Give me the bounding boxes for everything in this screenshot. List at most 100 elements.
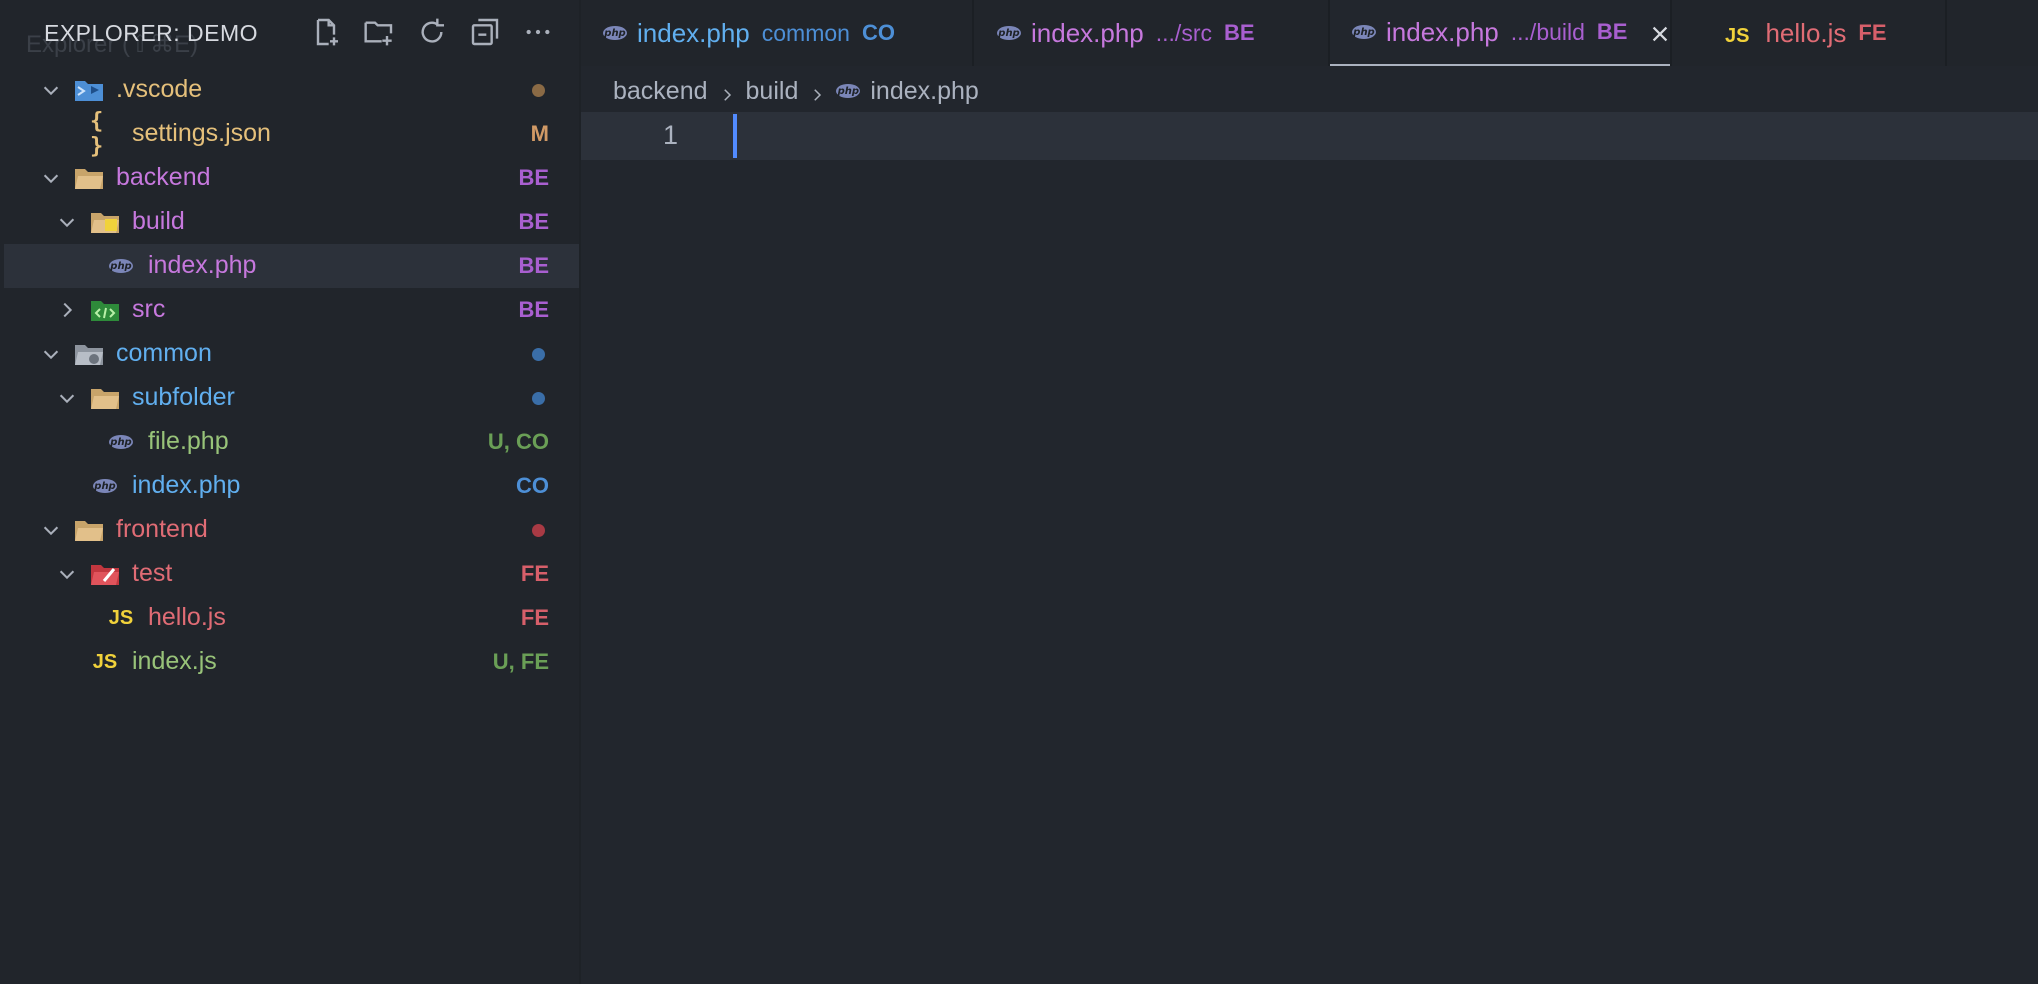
tree-item-label: index.php xyxy=(132,471,241,499)
chevron-down-icon[interactable] xyxy=(56,387,78,409)
close-icon[interactable] xyxy=(1649,21,1671,43)
folder-open-icon xyxy=(90,385,120,411)
tab-index-php-common[interactable]: php index.php common CO xyxy=(603,0,895,66)
tab-badge: CO xyxy=(861,20,895,45)
tree-item-label: subfolder xyxy=(132,383,235,411)
js-icon: JS xyxy=(92,650,118,673)
breadcrumb-item[interactable]: build xyxy=(746,77,799,106)
new-file-icon xyxy=(316,18,338,46)
tree-item-hello-js[interactable]: JS hello.js FE xyxy=(4,596,579,640)
vscode-folder-icon xyxy=(74,77,104,103)
current-line[interactable]: 1 xyxy=(581,112,2038,160)
tree-item-label: index.php xyxy=(148,251,257,279)
chevron-down-icon[interactable] xyxy=(40,343,62,365)
scope-dot xyxy=(532,348,545,361)
scope-badge: FE xyxy=(520,605,549,630)
tab-badge: BE xyxy=(1596,19,1628,44)
explorer-header: Explorer (⇧⌘E) EXPLORER: DEMO xyxy=(0,0,579,66)
scope-badge: FE xyxy=(520,561,549,586)
chevron-right-icon xyxy=(808,82,826,101)
tab-description: .../src xyxy=(1155,19,1212,46)
chevron-right-icon[interactable] xyxy=(56,299,78,321)
tree-item-subfolder[interactable]: subfolder xyxy=(4,376,579,420)
php-icon: php xyxy=(109,435,133,449)
tree-item-common-folder[interactable]: common xyxy=(4,332,579,376)
tree-item-label: file.php xyxy=(148,427,229,455)
js-icon: JS xyxy=(1725,24,1750,47)
scope-badge: BE xyxy=(518,297,549,322)
chevron-down-icon[interactable] xyxy=(40,79,62,101)
tree-item-index-js[interactable]: JS index.js U, FE xyxy=(4,640,579,684)
build-folder-icon xyxy=(90,209,120,235)
folder-open-icon xyxy=(74,517,104,543)
scope-badge: BE xyxy=(518,253,549,278)
tab-label: hello.js xyxy=(1765,17,1847,48)
collapse-all-button[interactable] xyxy=(467,14,503,50)
tree-item-file-php[interactable]: php file.php U, CO xyxy=(4,420,579,464)
tree-item-src-folder[interactable]: src BE xyxy=(4,288,579,332)
chevron-right-icon xyxy=(718,82,736,101)
tab-label: index.php xyxy=(1031,17,1144,48)
tab-divider xyxy=(972,0,974,66)
php-icon: php xyxy=(109,259,133,273)
tab-index-php-src[interactable]: php index.php .../src BE xyxy=(997,0,1255,66)
tree-item-label: hello.js xyxy=(148,603,226,631)
tree-item-vscode-folder[interactable]: .vscode xyxy=(4,68,579,112)
scope-dot xyxy=(532,524,545,537)
tree-item-label: backend xyxy=(116,163,211,191)
explorer-sidebar: Explorer (⇧⌘E) EXPLORER: DEMO .vscode {… xyxy=(0,0,581,984)
editor-area: php index.php common CO php index.php ..… xyxy=(581,0,2038,984)
tab-index-php-build[interactable]: php index.php .../build BE xyxy=(1330,0,1670,66)
tree-item-label: common xyxy=(116,339,212,367)
common-folder-icon xyxy=(74,341,104,367)
tab-hello-js[interactable]: JS hello.js FE xyxy=(1725,0,1887,66)
new-file-button[interactable] xyxy=(308,14,344,50)
refresh-button[interactable] xyxy=(414,14,450,50)
tab-label: index.php xyxy=(1386,16,1499,47)
folder-open-icon xyxy=(74,165,104,191)
new-folder-button[interactable] xyxy=(361,14,397,50)
tree-item-test-folder[interactable]: test FE xyxy=(4,552,579,596)
scope-badge: BE xyxy=(518,165,549,190)
scope-dot xyxy=(532,392,545,405)
chevron-down-icon[interactable] xyxy=(40,167,62,189)
chevron-down-icon[interactable] xyxy=(56,563,78,585)
ellipsis-icon xyxy=(526,29,550,35)
tab-divider xyxy=(1670,0,1672,66)
tree-item-label: build xyxy=(132,207,185,235)
tree-item-backend-folder[interactable]: backend BE xyxy=(4,156,579,200)
php-icon: php xyxy=(1352,25,1376,39)
tab-divider xyxy=(1945,0,1947,66)
tree-item-backend-build-index-php[interactable]: php index.php BE xyxy=(4,244,579,288)
line-number: 1 xyxy=(663,120,679,150)
tree-item-build-folder[interactable]: build BE xyxy=(4,200,579,244)
file-tree: .vscode { } settings.json M backend BE b… xyxy=(4,68,579,684)
tab-badge: FE xyxy=(1858,20,1887,45)
new-folder-icon xyxy=(364,21,393,46)
breadcrumb-item[interactable]: index.php xyxy=(870,77,978,106)
git-status-badge: U, FE xyxy=(492,649,549,674)
tab-description: common xyxy=(761,19,850,46)
src-folder-icon xyxy=(90,297,120,323)
tab-label: index.php xyxy=(637,17,750,48)
tree-item-label: settings.json xyxy=(132,119,271,147)
tree-item-label: frontend xyxy=(116,515,208,543)
tree-item-frontend-folder[interactable]: frontend xyxy=(4,508,579,552)
git-status-badge: U, CO xyxy=(487,429,549,454)
scope-badge: CO xyxy=(516,473,549,498)
tree-item-settings-json[interactable]: { } settings.json M xyxy=(4,109,579,159)
refresh-icon xyxy=(421,18,444,43)
chevron-down-icon[interactable] xyxy=(56,211,78,233)
tree-item-label: test xyxy=(132,559,173,587)
tree-item-common-index-php[interactable]: php index.php CO xyxy=(4,464,579,508)
php-icon: php xyxy=(603,26,627,40)
git-status-badge: M xyxy=(530,121,549,146)
breadcrumb-item[interactable]: backend xyxy=(613,77,708,106)
chevron-down-icon[interactable] xyxy=(40,519,62,541)
json-icon: { } xyxy=(90,109,104,159)
more-actions-button[interactable] xyxy=(520,14,556,50)
tree-item-label: index.js xyxy=(132,647,217,675)
breadcrumb: backend build php index.php xyxy=(613,74,979,108)
tree-item-label: src xyxy=(132,295,166,323)
text-cursor xyxy=(733,114,737,158)
